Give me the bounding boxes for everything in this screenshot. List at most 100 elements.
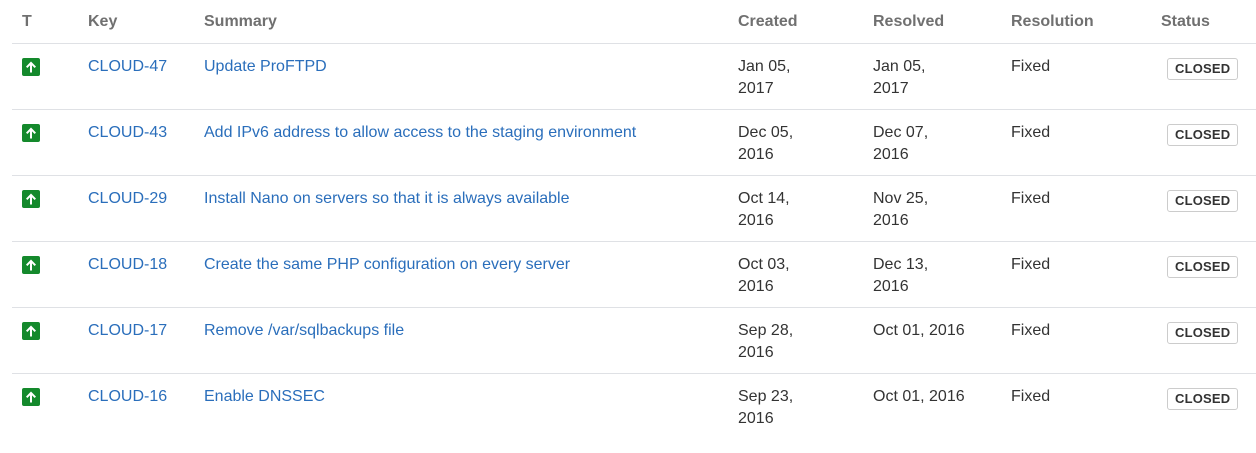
summary-cell: Enable DNSSEC <box>194 374 728 440</box>
resolved-date-line2: 2016 <box>873 146 909 163</box>
created-date-line2: 2016 <box>738 146 774 163</box>
created-date-line1: Sep 23, <box>738 388 794 405</box>
table-row: CLOUD-43 Add IPv6 address to allow acces… <box>12 109 1256 176</box>
key-cell: CLOUD-17 <box>78 307 194 374</box>
resolved-date-line1: Jan 05, <box>873 58 926 75</box>
issue-table: T Key Summary Created Resolved Resolutio… <box>12 0 1256 439</box>
status-badge: CLOSED <box>1167 124 1239 146</box>
type-cell <box>12 43 78 110</box>
resolved-date-line1: Dec 13, <box>873 256 929 273</box>
created-cell: Oct 03, 2016 <box>728 241 863 308</box>
resolution-cell: Fixed <box>1001 307 1151 374</box>
status-badge: CLOSED <box>1167 190 1239 212</box>
key-cell: CLOUD-47 <box>78 43 194 110</box>
issue-key-link[interactable]: CLOUD-16 <box>88 388 167 405</box>
issue-summary-link[interactable]: Add IPv6 address to allow access to the … <box>204 124 636 141</box>
created-date-line1: Dec 05, <box>738 124 794 141</box>
created-cell: Dec 05, 2016 <box>728 109 863 176</box>
resolved-cell: Oct 01, 2016 <box>863 374 1001 440</box>
table-row: CLOUD-47 Update ProFTPD Jan 05, 2017 Jan… <box>12 43 1256 110</box>
issue-summary-link[interactable]: Update ProFTPD <box>204 58 327 75</box>
issue-rows: CLOUD-47 Update ProFTPD Jan 05, 2017 Jan… <box>12 43 1256 440</box>
created-date-line1: Jan 05, <box>738 58 791 75</box>
resolution-cell: Fixed <box>1001 109 1151 176</box>
column-header-status[interactable]: Status <box>1151 0 1256 44</box>
key-cell: CLOUD-18 <box>78 241 194 308</box>
column-header-summary[interactable]: Summary <box>194 0 728 44</box>
status-badge: CLOSED <box>1167 322 1239 344</box>
status-badge: CLOSED <box>1167 58 1239 80</box>
key-cell: CLOUD-29 <box>78 175 194 242</box>
resolved-date-line1: Oct 01, 2016 <box>873 388 965 405</box>
resolution-cell: Fixed <box>1011 388 1051 405</box>
status-cell: CLOSED <box>1151 109 1256 176</box>
issue-key-link[interactable]: CLOUD-17 <box>88 322 167 339</box>
key-cell: CLOUD-43 <box>78 109 194 176</box>
column-header-created[interactable]: Created <box>728 0 863 44</box>
issue-key-link[interactable]: CLOUD-43 <box>88 124 167 141</box>
table-row: CLOUD-18 Create the same PHP configurati… <box>12 241 1256 308</box>
created-cell: Oct 14, 2016 <box>728 175 863 242</box>
created-cell: Sep 28, 2016 <box>728 307 863 374</box>
type-cell <box>12 374 78 440</box>
issue-key-link[interactable]: CLOUD-47 <box>88 58 167 75</box>
column-header-type[interactable]: T <box>12 0 78 44</box>
created-cell: Jan 05, 2017 <box>728 43 863 110</box>
created-date-line2: 2016 <box>738 278 774 295</box>
status-cell: CLOSED <box>1151 241 1256 308</box>
status-badge: CLOSED <box>1167 256 1239 278</box>
created-date-line1: Sep 28, <box>738 322 794 339</box>
resolved-cell: Oct 01, 2016 <box>863 307 1001 374</box>
key-cell: CLOUD-16 <box>78 374 194 440</box>
resolved-date-line2: 2017 <box>873 80 909 97</box>
issue-key-link[interactable]: CLOUD-18 <box>88 256 167 273</box>
resolved-date-line1: Dec 07, <box>873 124 929 141</box>
resolved-date-line1: Oct 01, 2016 <box>873 322 965 339</box>
status-badge: CLOSED <box>1167 388 1239 410</box>
table-row: CLOUD-16 Enable DNSSEC Sep 23, 2016 Oct … <box>12 374 1256 440</box>
issue-key-link[interactable]: CLOUD-29 <box>88 190 167 207</box>
arrow-up-icon[interactable] <box>22 124 40 142</box>
type-cell <box>12 175 78 242</box>
created-date-line2: 2016 <box>738 344 774 361</box>
created-date-line2: 2016 <box>738 410 774 427</box>
summary-cell: Add IPv6 address to allow access to the … <box>194 109 728 176</box>
summary-cell: Update ProFTPD <box>194 43 728 110</box>
table-row: CLOUD-29 Install Nano on servers so that… <box>12 175 1256 242</box>
resolution-cell: Fixed <box>1001 43 1151 110</box>
arrow-up-icon[interactable] <box>22 58 40 76</box>
arrow-up-icon[interactable] <box>22 256 40 274</box>
resolution-cell: Fixed <box>1001 175 1151 242</box>
resolution-cell: Fixed <box>1001 241 1151 308</box>
resolved-cell: Dec 07, 2016 <box>863 109 1001 176</box>
created-cell: Sep 23, 2016 <box>728 374 863 440</box>
resolved-cell: Nov 25, 2016 <box>863 175 1001 242</box>
resolved-date-line1: Nov 25, <box>873 190 929 207</box>
created-date-line1: Oct 03, <box>738 256 790 273</box>
status-cell: CLOSED <box>1151 43 1256 110</box>
resolved-date-line2: 2016 <box>873 212 909 229</box>
issue-summary-link[interactable]: Install Nano on servers so that it is al… <box>204 190 570 207</box>
resolved-cell: Dec 13, 2016 <box>863 241 1001 308</box>
summary-cell: Remove /var/sqlbackups file <box>194 307 728 374</box>
column-header-key[interactable]: Key <box>78 0 194 44</box>
arrow-up-icon[interactable] <box>22 322 40 340</box>
resolved-date-line2: 2016 <box>873 278 909 295</box>
created-date-line1: Oct 14, <box>738 190 790 207</box>
column-header-resolved[interactable]: Resolved <box>863 0 1001 44</box>
issue-summary-link[interactable]: Enable DNSSEC <box>204 388 325 405</box>
type-cell <box>12 109 78 176</box>
table-header-row: T Key Summary Created Resolved Resolutio… <box>12 0 1256 44</box>
column-header-resolution[interactable]: Resolution <box>1001 0 1151 44</box>
issue-summary-link[interactable]: Remove /var/sqlbackups file <box>204 322 404 339</box>
resolved-cell: Jan 05, 2017 <box>863 43 1001 110</box>
table-row: CLOUD-17 Remove /var/sqlbackups file Sep… <box>12 307 1256 374</box>
status-cell: CLOSED <box>1151 374 1256 440</box>
status-cell: CLOSED <box>1151 175 1256 242</box>
type-cell <box>12 241 78 308</box>
arrow-up-icon[interactable] <box>22 190 40 208</box>
arrow-up-icon[interactable] <box>22 388 40 406</box>
status-cell: CLOSED <box>1151 307 1256 374</box>
summary-cell: Create the same PHP configuration on eve… <box>194 241 728 308</box>
issue-summary-link[interactable]: Create the same PHP configuration on eve… <box>204 256 570 273</box>
